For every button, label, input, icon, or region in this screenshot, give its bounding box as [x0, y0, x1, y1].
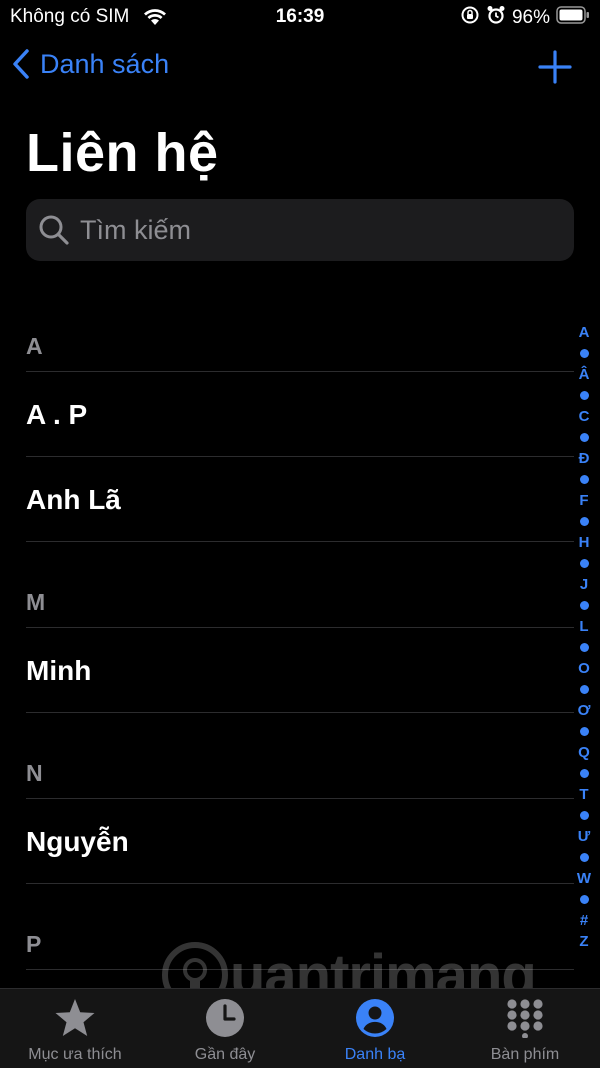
add-contact-button[interactable] — [538, 50, 572, 89]
clock-icon — [150, 997, 300, 1039]
index-dot[interactable] — [579, 559, 589, 568]
index-letter[interactable]: Z — [579, 931, 588, 952]
index-letter[interactable]: C — [579, 406, 590, 427]
index-dot[interactable] — [579, 475, 589, 484]
index-dot[interactable] — [579, 349, 589, 358]
tab-keypad[interactable]: Bàn phím — [450, 989, 600, 1068]
index-letter[interactable]: Â — [579, 364, 590, 385]
contact-row[interactable]: A . P — [0, 372, 600, 457]
search-icon — [39, 215, 69, 245]
contact-row[interactable]: Nguyễn — [0, 799, 600, 884]
star-icon — [0, 997, 150, 1039]
index-letter[interactable]: J — [580, 574, 588, 595]
alarm-icon — [486, 5, 506, 31]
status-bar: Không có SIM 16:39 96% — [0, 0, 600, 34]
tab-label: Bàn phím — [490, 1046, 560, 1063]
index-dot[interactable] — [579, 391, 589, 400]
index-dot[interactable] — [579, 769, 589, 778]
index-dot[interactable] — [579, 811, 589, 820]
index-letter[interactable]: L — [579, 616, 588, 637]
tab-bar: Mục ưa thích Gần đây Danh bạ Bàn phím — [0, 988, 600, 1068]
tab-label: Mục ưa thích — [28, 1046, 122, 1063]
index-letter[interactable]: Ư — [578, 826, 590, 847]
index-dot[interactable] — [579, 727, 589, 736]
index-letter[interactable]: W — [577, 868, 591, 889]
back-button-label: Danh sách — [40, 48, 170, 79]
section-header: M — [0, 568, 600, 628]
index-letter[interactable]: Đ — [579, 448, 590, 469]
contact-name: Nguyễn — [26, 825, 129, 857]
battery-icon — [556, 6, 590, 30]
contact-row[interactable]: Anh Lã — [0, 457, 600, 542]
person-circle-icon — [300, 997, 450, 1039]
page-title: Liên hệ — [26, 123, 219, 183]
index-dot[interactable] — [579, 685, 589, 694]
tab-favorites[interactable]: Mục ưa thích — [0, 989, 150, 1068]
keypad-icon — [450, 997, 600, 1039]
index-letter[interactable]: Q — [578, 742, 590, 763]
index-dot[interactable] — [579, 643, 589, 652]
index-dot[interactable] — [579, 433, 589, 442]
index-letter[interactable]: # — [580, 910, 588, 931]
battery-percent: 96% — [511, 7, 550, 28]
plus-icon — [538, 50, 572, 84]
contact-name: A . P — [26, 398, 88, 430]
search-input[interactable]: Tìm kiếm — [26, 199, 574, 261]
search-placeholder: Tìm kiếm — [80, 214, 191, 245]
status-right-group: 96% — [460, 5, 590, 31]
index-letter[interactable]: H — [579, 532, 590, 553]
contact-list: A A . P Anh Lã M Minh N Nguyễn P — [0, 312, 600, 970]
contact-name: Minh — [26, 654, 92, 686]
nav-bar: Danh sách — [0, 44, 600, 90]
index-dot[interactable] — [579, 517, 589, 526]
index-dot[interactable] — [579, 895, 589, 904]
contact-row[interactable]: Minh — [0, 628, 600, 713]
index-dot[interactable] — [579, 601, 589, 610]
index-letter[interactable]: A — [579, 322, 590, 343]
back-button[interactable]: Danh sách — [12, 48, 169, 80]
index-letter[interactable]: O — [578, 658, 590, 679]
tab-label: Danh bạ — [344, 1046, 406, 1063]
chevron-left-icon — [13, 49, 29, 79]
index-letter[interactable]: Ơ — [578, 700, 591, 721]
orientation-lock-icon — [460, 5, 480, 31]
tab-recents[interactable]: Gần đây — [150, 989, 300, 1068]
contact-name: Anh Lã — [26, 483, 121, 515]
index-letter[interactable]: F — [579, 490, 588, 511]
section-header: N — [0, 739, 600, 799]
section-header: A — [0, 312, 600, 372]
tab-label: Gần đây — [194, 1046, 256, 1063]
index-letter[interactable]: T — [579, 784, 588, 805]
alphabet-index[interactable]: A Â C Đ F H J L O Ơ Q T Ư W # Z — [572, 322, 596, 952]
index-dot[interactable] — [579, 853, 589, 862]
tab-contacts[interactable]: Danh bạ — [300, 989, 450, 1068]
